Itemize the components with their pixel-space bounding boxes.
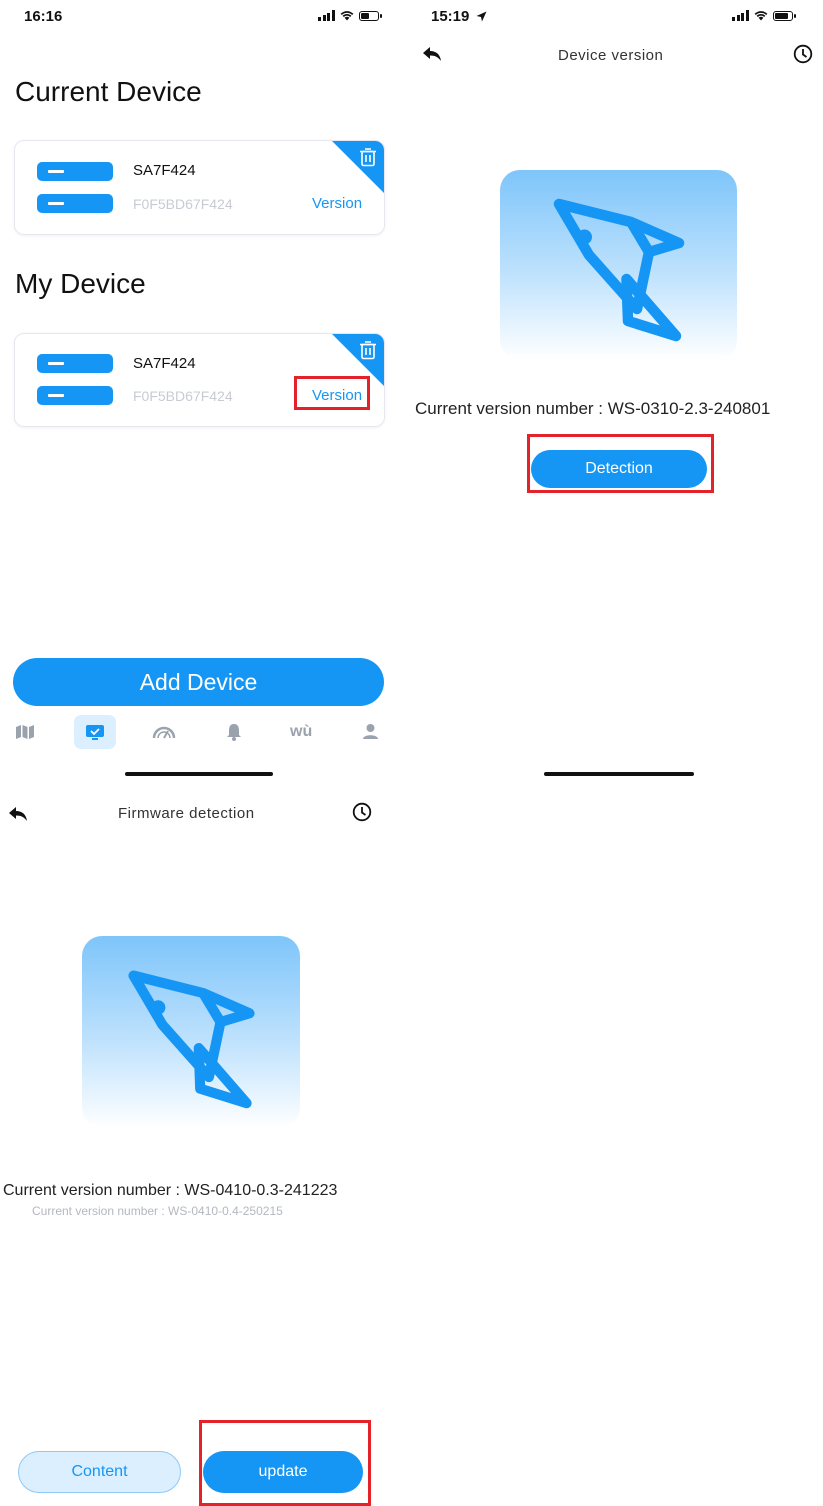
signal-icon	[318, 10, 335, 21]
content-button[interactable]: Content	[18, 1451, 181, 1493]
page-title: Firmware detection	[118, 805, 255, 822]
home-indicator	[125, 772, 273, 776]
device-name: SA7F424	[133, 162, 196, 179]
tab-bar: wù	[0, 710, 400, 754]
device-name: SA7F424	[133, 355, 196, 372]
my-device-title: My Device	[15, 268, 146, 299]
status-icons	[318, 10, 382, 21]
current-version-text: Current version number : WS-0410-0.3-241…	[3, 1182, 338, 1199]
rocket-tile	[82, 936, 300, 1128]
rocket-tile	[500, 170, 737, 360]
device-version-screen: 15:19 Device version Current version num…	[412, 0, 823, 790]
firmware-detection-screen: Firmware detection Current version numbe…	[0, 792, 400, 1506]
status-icons	[732, 10, 796, 21]
rocket-icon	[553, 198, 684, 342]
device-mac: F0F5BD67F424	[133, 196, 233, 212]
device-list-screen: 16:16 Current Device SA7F424 F0F5BD67F42…	[0, 0, 400, 790]
device-icon-bar	[37, 354, 113, 373]
new-version-text: Current version number : WS-0410-0.4-250…	[32, 1204, 283, 1218]
add-device-button[interactable]: Add Device	[13, 658, 384, 706]
current-device-title: Current Device	[15, 76, 202, 107]
battery-icon	[772, 10, 796, 21]
version-link[interactable]: Version	[312, 195, 362, 212]
signal-icon	[732, 10, 749, 21]
home-indicator	[544, 772, 694, 776]
status-time: 15:19	[431, 8, 487, 25]
status-time: 16:16	[24, 8, 63, 25]
back-icon[interactable]	[422, 46, 442, 62]
history-clock-icon[interactable]	[793, 44, 813, 64]
trash-icon[interactable]	[359, 147, 377, 167]
device-icon-bar	[37, 386, 113, 405]
current-device-card[interactable]: SA7F424 F0F5BD67F424 Version	[14, 140, 385, 235]
version-highlight-box	[294, 376, 370, 410]
bell-icon[interactable]	[226, 723, 242, 741]
user-icon[interactable]	[362, 723, 379, 740]
detection-highlight-box	[527, 434, 714, 493]
rocket-icon	[127, 970, 255, 1109]
device-mac: F0F5BD67F424	[133, 388, 233, 404]
device-icon-bar	[37, 194, 113, 213]
current-version-text: Current version number : WS-0310-2.3-240…	[415, 399, 771, 418]
wifi-icon	[754, 11, 767, 21]
wu-icon[interactable]: wù	[290, 723, 312, 741]
gauge-icon[interactable]	[152, 724, 176, 740]
map-icon[interactable]	[15, 724, 35, 740]
update-highlight-box	[199, 1420, 371, 1506]
location-arrow-icon	[476, 11, 487, 22]
history-clock-icon[interactable]	[352, 802, 372, 822]
back-icon[interactable]	[8, 806, 28, 822]
device-tab-active[interactable]	[74, 715, 116, 749]
device-icon-bar	[37, 162, 113, 181]
trash-icon[interactable]	[359, 340, 377, 360]
wifi-icon	[340, 11, 353, 21]
page-title: Device version	[558, 47, 664, 64]
device-icon	[86, 725, 104, 740]
battery-icon	[358, 10, 382, 21]
